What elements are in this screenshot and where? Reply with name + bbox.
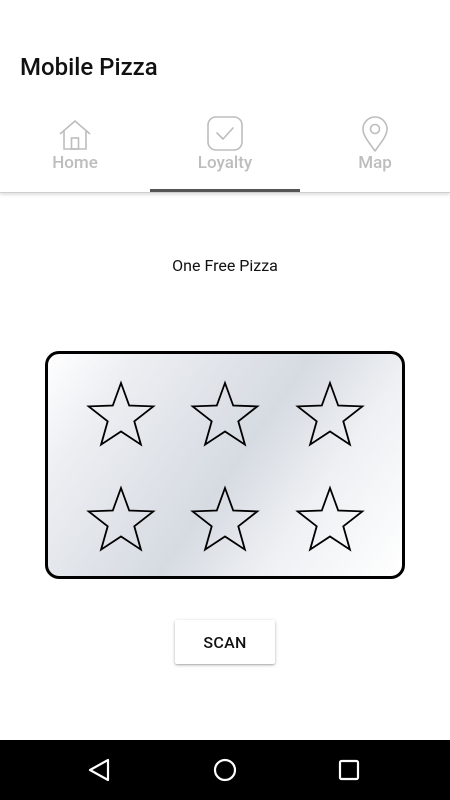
loyalty-stamp-card [45,351,405,579]
tab-loyalty[interactable]: Loyalty [150,108,300,192]
scan-button[interactable]: SCAN [175,620,275,664]
system-navigation-bar [0,740,450,800]
star-stamp-2 [190,380,260,447]
tab-home[interactable]: Home [0,108,150,192]
recents-square-icon[interactable] [331,752,367,788]
check-badge-icon [207,116,243,151]
star-stamp-3 [295,380,365,447]
star-stamp-1 [86,380,156,447]
home-icon [59,120,91,150]
tab-bar: Home Loyalty Map [0,108,450,193]
star-stamp-5 [190,485,260,552]
home-circle-icon[interactable] [207,752,243,788]
star-stamp-4 [86,485,156,552]
star-stamp-6 [295,485,365,552]
tab-map[interactable]: Map [300,108,450,192]
reward-title: One Free Pizza [172,256,278,275]
tab-selected-indicator [150,189,300,192]
tab-map-label: Map [358,153,392,173]
app-title: Mobile Pizza [20,53,158,81]
back-triangle-icon[interactable] [81,752,117,788]
map-pin-icon [362,116,388,152]
tab-loyalty-label: Loyalty [197,153,253,173]
tab-home-label: Home [52,153,98,173]
